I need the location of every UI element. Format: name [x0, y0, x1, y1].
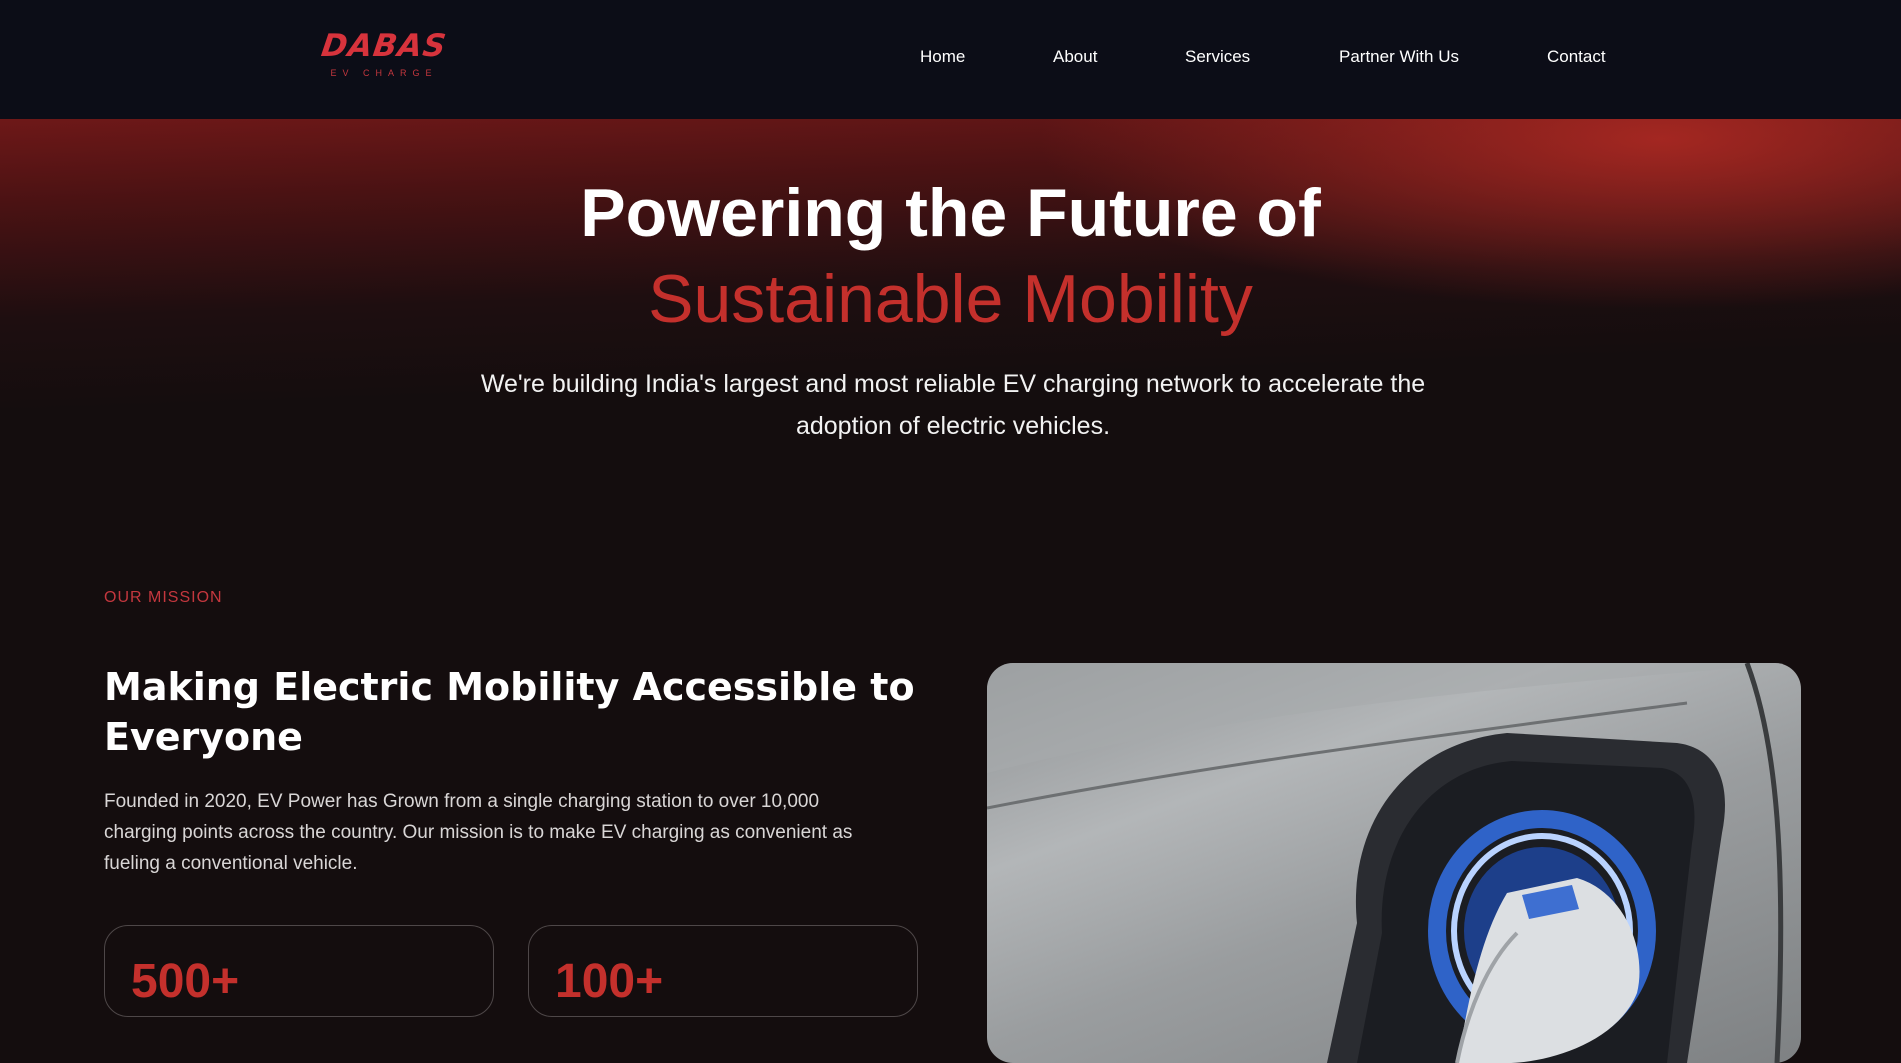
mission-body: Founded in 2020, EV Power has Grown from… — [104, 791, 853, 874]
stat-card: 500+ — [104, 925, 494, 1017]
mission-eyebrow: OUR MISSION — [104, 589, 223, 606]
stat-value: 100+ — [555, 955, 664, 1008]
navbar: DABAS EV CHARGE Home About Services Part… — [0, 0, 1901, 119]
hero-section: Powering the Future of Sustainable Mobil… — [0, 119, 1901, 529]
ev-charging-illustration — [987, 663, 1801, 1063]
nav-link-partner[interactable]: Partner With Us — [1339, 47, 1459, 67]
logo-tagline: EV CHARGE — [330, 68, 438, 78]
nav-link-contact[interactable]: Contact — [1547, 47, 1606, 67]
brand-logo[interactable]: DABAS EV CHARGE — [302, 28, 466, 82]
hero-title-accent: Sustainable Mobility — [648, 261, 1253, 337]
nav-link-about[interactable]: About — [1053, 47, 1097, 67]
hero-subtitle: We're building India's largest and most … — [480, 370, 1426, 440]
hero-title: Powering the Future of — [580, 175, 1321, 251]
stat-card: 100+ — [528, 925, 918, 1017]
mission-title: Making Electric Mobility Accessible to E… — [104, 665, 915, 759]
ev-charging-image — [987, 663, 1801, 1063]
nav-link-home[interactable]: Home — [920, 47, 965, 67]
stat-value: 500+ — [131, 955, 240, 1008]
nav-link-services[interactable]: Services — [1185, 47, 1250, 67]
logo-wordmark: DABAS — [319, 28, 449, 64]
